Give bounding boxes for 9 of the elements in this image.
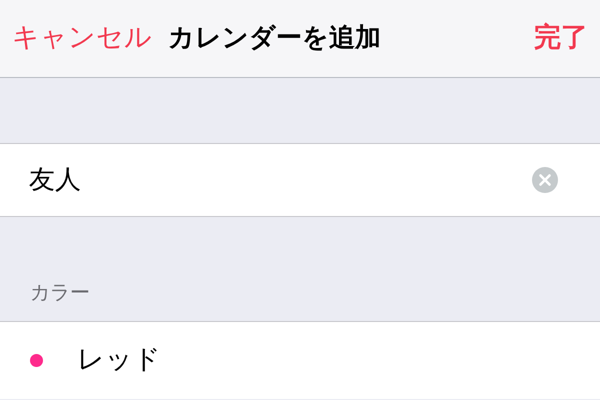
clear-icon[interactable]	[532, 167, 558, 193]
section-header: カラー	[30, 279, 90, 306]
name-field[interactable]: 友人	[0, 143, 600, 217]
done-button[interactable]: 完了	[534, 18, 588, 59]
name-input[interactable]: 友人	[29, 160, 532, 200]
cancel-button[interactable]: キャンセル	[12, 18, 152, 59]
color-row[interactable]: レッド	[0, 321, 600, 399]
screen-title: カレンダーを追加	[168, 22, 381, 55]
color-name: レッド	[77, 343, 161, 378]
